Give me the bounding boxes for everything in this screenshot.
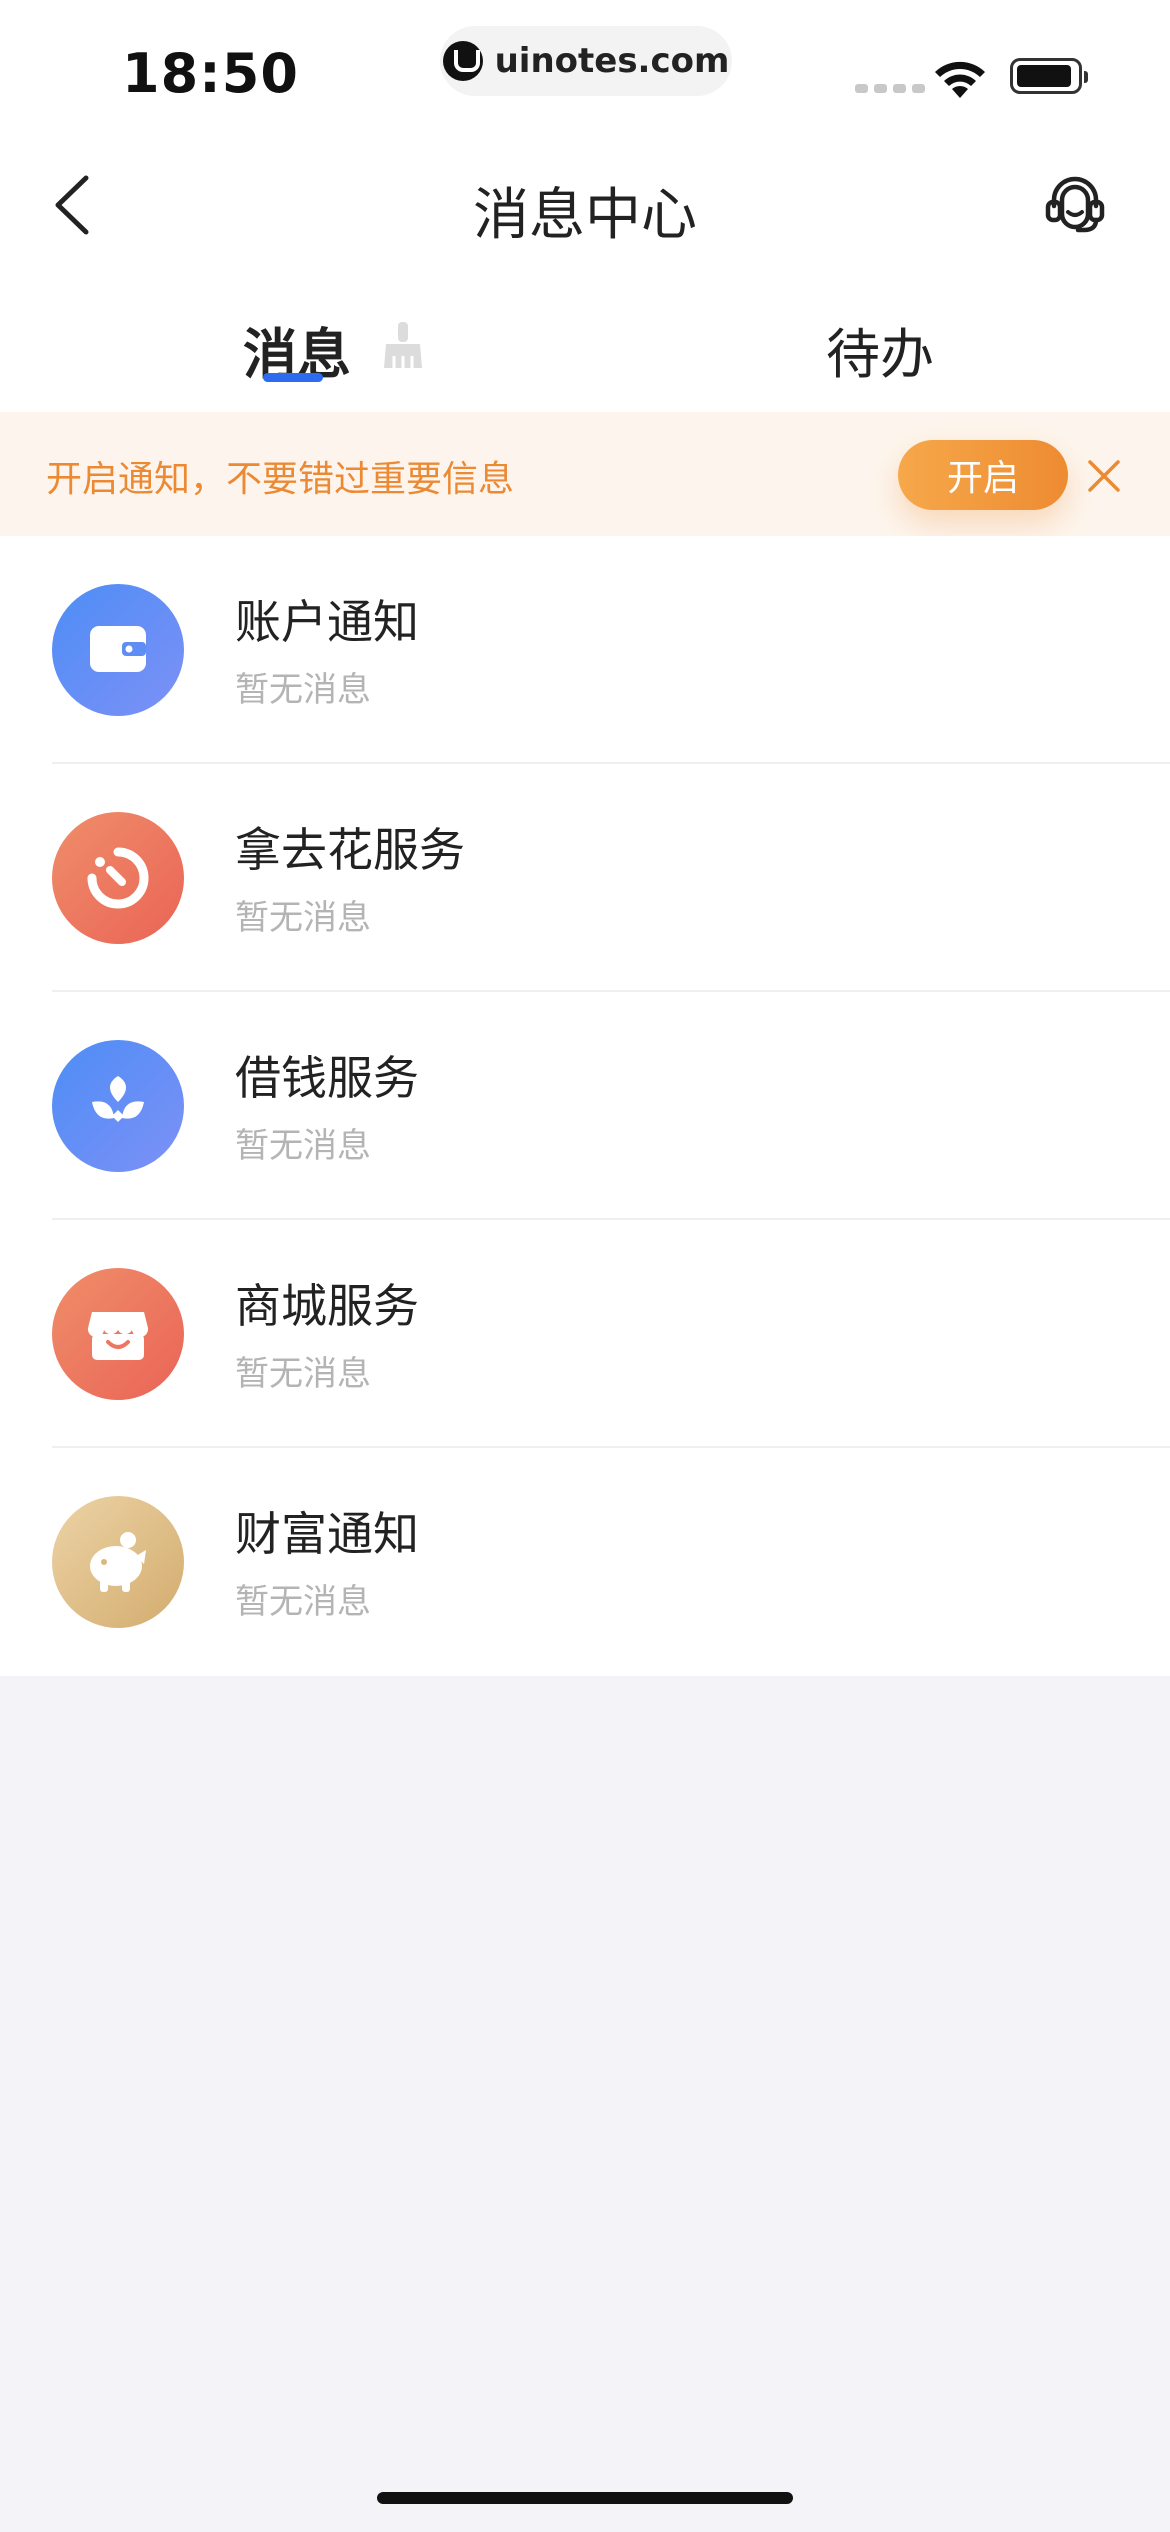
banner-close-button[interactable] bbox=[1082, 454, 1126, 498]
page-title: 消息中心 bbox=[473, 183, 697, 248]
mall-avatar bbox=[52, 1268, 184, 1400]
item-title: 账户通知 bbox=[235, 595, 419, 649]
banner-text: 开启通知，不要错过重要信息 bbox=[46, 459, 515, 500]
list-item-installment[interactable]: 拿去花服务 暂无消息 bbox=[0, 764, 1170, 992]
navigation-bar: 消息中心 bbox=[0, 140, 1170, 270]
customer-service-button[interactable] bbox=[1040, 170, 1110, 240]
item-title: 拿去花服务 bbox=[235, 823, 465, 877]
installment-avatar bbox=[52, 812, 184, 944]
item-subtitle: 暂无消息 bbox=[235, 670, 371, 710]
tab-bar: 消息 待办 bbox=[0, 270, 1170, 412]
watermark-logo-icon bbox=[442, 41, 483, 81]
clear-unread-button[interactable] bbox=[380, 320, 426, 370]
item-title: 财富通知 bbox=[235, 1507, 419, 1561]
item-title: 借钱服务 bbox=[235, 1051, 419, 1105]
watermark-badge: uinotes.com bbox=[440, 26, 732, 96]
wealth-avatar bbox=[52, 1496, 184, 1628]
wifi-icon bbox=[935, 61, 985, 98]
home-indicator bbox=[377, 2492, 793, 2504]
installment-icon bbox=[87, 847, 149, 909]
item-subtitle: 暂无消息 bbox=[235, 1126, 371, 1166]
list-item-account[interactable]: 账户通知 暂无消息 bbox=[0, 536, 1170, 764]
item-subtitle: 暂无消息 bbox=[235, 1354, 371, 1394]
customer-service-headset-icon bbox=[1045, 176, 1105, 233]
status-time: 18:50 bbox=[122, 42, 299, 105]
tab-todo[interactable]: 待办 bbox=[826, 310, 934, 389]
list-item-mall[interactable]: 商城服务 暂无消息 bbox=[0, 1220, 1170, 1448]
close-icon bbox=[1088, 460, 1120, 492]
notification-banner: 开启通知，不要错过重要信息 开启 bbox=[0, 412, 1170, 536]
watermark-text: uinotes.com bbox=[494, 41, 730, 81]
list-item-loan[interactable]: 借钱服务 暂无消息 bbox=[0, 992, 1170, 1220]
piggy-bank-icon bbox=[90, 1532, 146, 1592]
active-tab-indicator bbox=[263, 373, 323, 382]
cellular-signal-icon bbox=[855, 84, 925, 93]
item-title: 商城服务 bbox=[235, 1279, 419, 1333]
list-item-wealth[interactable]: 财富通知 暂无消息 bbox=[0, 1448, 1170, 1676]
enable-notifications-button[interactable]: 开启 bbox=[898, 440, 1068, 510]
account-avatar bbox=[52, 584, 184, 716]
loan-avatar bbox=[52, 1040, 184, 1172]
store-icon bbox=[87, 1312, 149, 1360]
loan-sprout-icon bbox=[92, 1076, 144, 1122]
broom-icon bbox=[384, 322, 422, 368]
item-subtitle: 暂无消息 bbox=[235, 898, 371, 938]
message-list: 账户通知 暂无消息 拿去花服务 暂无消息 借钱服务 暂无消息 商城服务 暂无消息… bbox=[0, 536, 1170, 1676]
item-subtitle: 暂无消息 bbox=[235, 1582, 371, 1622]
wallet-icon bbox=[90, 626, 146, 672]
status-bar: 18:50 uinotes.com bbox=[0, 0, 1170, 140]
battery-icon bbox=[1010, 58, 1088, 94]
